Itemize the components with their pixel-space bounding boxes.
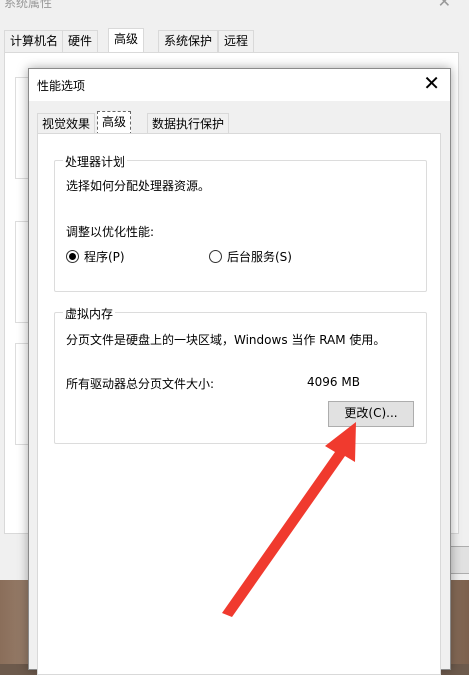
virtual-memory-description: 分页文件是硬盘上的一块区域，Windows 当作 RAM 使用。 [66,333,386,347]
advanced-panel: 处理器计划 选择如何分配处理器资源。 调整以优化性能: 程序(P) 后台服务(S… [37,133,441,675]
dialog-title: 性能选项 [37,79,86,93]
group-label: 虚拟内存 [63,305,116,322]
programs-radio[interactable] [66,250,79,263]
virtual-memory-group: 虚拟内存 分页文件是硬盘上的一块区域，Windows 当作 RAM 使用。 所有… [54,305,427,444]
processor-description: 选择如何分配处理器资源。 [66,179,211,193]
adjust-label: 调整以优化性能: [66,225,155,239]
close-icon[interactable]: ✕ [423,73,440,93]
total-paging-value: 4096 MB [307,375,360,389]
tab-system-protection[interactable]: 系统保护 [158,30,219,52]
group-label: 处理器计划 [63,153,128,170]
background-services-radio[interactable] [209,250,222,263]
window-title: 系统属性 [4,0,53,10]
tab-advanced[interactable]: 高级 [108,28,145,53]
tab-advanced[interactable]: 高级 [97,111,132,135]
tab-visual-effects[interactable]: 视觉效果 [37,113,96,134]
tab-computer-name[interactable]: 计算机名 [4,30,65,52]
tab-dep[interactable]: 数据执行保护 [147,113,230,134]
background-services-label[interactable]: 后台服务(S) [227,248,292,265]
dialog-titlebar: 性能选项 ✕ [29,69,450,101]
performance-options-dialog: 性能选项 ✕ 视觉效果 高级 数据执行保护 处理器计划 选择如何分配处理器资源。… [28,68,451,675]
close-icon[interactable]: ✕ [438,0,451,11]
tab-hardware[interactable]: 硬件 [62,30,99,52]
programs-label[interactable]: 程序(P) [84,248,125,265]
change-button[interactable]: 更改(C)... [328,401,414,427]
processor-scheduling-group: 处理器计划 选择如何分配处理器资源。 调整以优化性能: 程序(P) 后台服务(S… [54,153,427,292]
tab-remote[interactable]: 远程 [218,30,255,52]
total-paging-label: 所有驱动器总分页文件大小: [66,377,215,391]
